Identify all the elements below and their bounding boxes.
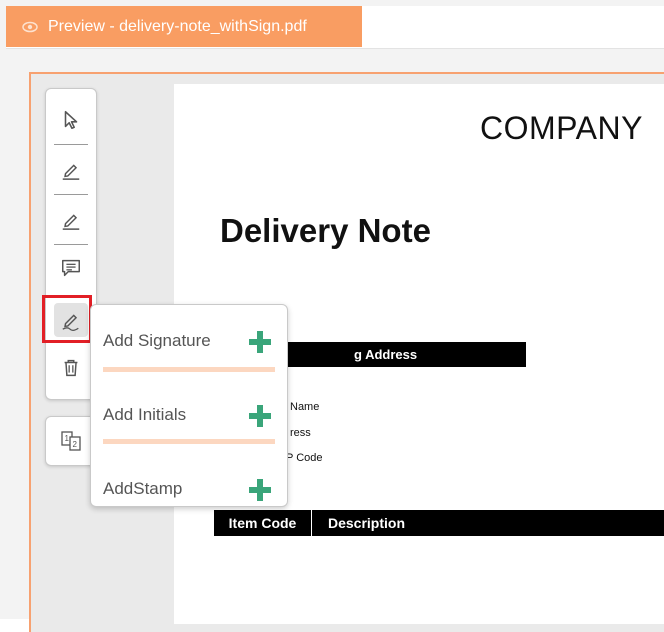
comment-tool[interactable] bbox=[54, 251, 88, 285]
tab-strip: Preview - delivery-note_withSign.pdf bbox=[6, 6, 664, 49]
svg-text:1: 1 bbox=[65, 434, 70, 443]
field-name: Name bbox=[290, 401, 320, 413]
field-zip: P Code bbox=[286, 452, 323, 464]
address-header: g Address bbox=[254, 342, 526, 367]
select-tool[interactable] bbox=[54, 103, 88, 137]
field-address: ress bbox=[290, 427, 311, 439]
eye-icon bbox=[22, 21, 38, 32]
cursor-icon bbox=[64, 110, 78, 130]
tab-title: Preview - delivery-note_withSign.pdf bbox=[48, 17, 307, 35]
add-signature-label: Add Signature bbox=[103, 331, 211, 350]
signature-menu: Add Signature Add Initials AddStamp bbox=[90, 304, 288, 507]
add-signature-item[interactable]: Add Signature bbox=[91, 315, 289, 375]
menu-divider bbox=[103, 367, 275, 372]
document-title: Delivery Note bbox=[220, 212, 431, 249]
plus-icon[interactable] bbox=[247, 329, 273, 355]
svg-text:2: 2 bbox=[73, 440, 78, 449]
plus-icon[interactable] bbox=[247, 403, 273, 429]
toolbar-divider bbox=[54, 144, 88, 145]
app-frame: Preview - delivery-note_withSign.pdf COM… bbox=[0, 0, 664, 632]
delete-tool[interactable] bbox=[54, 351, 88, 385]
plus-icon[interactable] bbox=[247, 477, 273, 503]
add-initials-label: Add Initials bbox=[103, 405, 187, 424]
company-name: COMPANY bbox=[480, 110, 643, 146]
add-stamp-label: AddStamp bbox=[103, 479, 183, 498]
trash-icon bbox=[64, 359, 78, 377]
highlight-tool[interactable] bbox=[54, 203, 88, 237]
pen-icon bbox=[62, 164, 80, 180]
address-header-label: g Address bbox=[354, 347, 418, 362]
toolbar-divider bbox=[54, 244, 88, 245]
page-order-icon: 1 2 bbox=[61, 431, 81, 451]
tab-preview[interactable]: Preview - delivery-note_withSign.pdf bbox=[6, 6, 362, 47]
pen-icon bbox=[62, 214, 80, 230]
menu-divider bbox=[103, 439, 275, 444]
toolbar-divider bbox=[54, 194, 88, 195]
pen-tool[interactable] bbox=[54, 153, 88, 187]
col-description: Description bbox=[328, 515, 406, 531]
comment-icon bbox=[62, 259, 80, 277]
add-stamp-item[interactable]: AddStamp bbox=[91, 463, 289, 523]
signature-tool-highlight bbox=[42, 295, 92, 343]
